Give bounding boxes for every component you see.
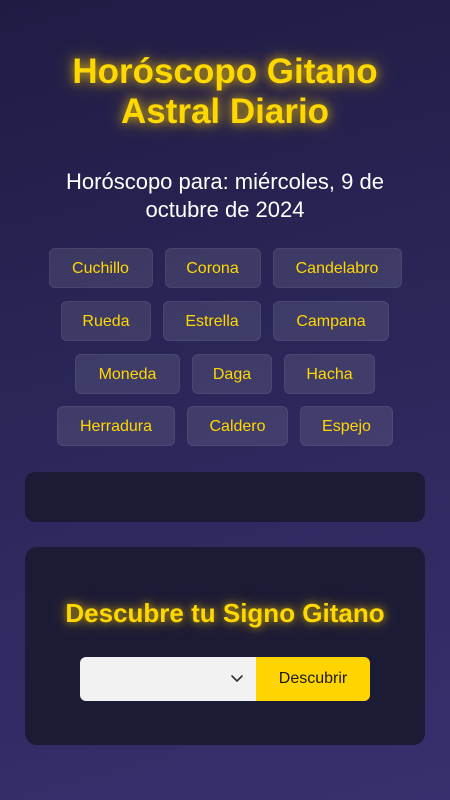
sign-row-1: Cuchillo Corona Candelabro [0,248,450,288]
page-title-line-2: Astral Diario [120,92,330,131]
sign-button-caldero[interactable]: Caldero [187,406,288,446]
page-title-line-1: Horóscopo Gitano [72,52,378,91]
horoscope-date: Horóscopo para: miércoles, 9 de octubre … [66,169,384,222]
chevron-down-icon [231,675,243,682]
horoscope-result-panel [25,472,425,522]
sign-button-estrella[interactable]: Estrella [163,301,261,341]
birth-sign-select[interactable] [80,657,256,701]
sign-button-moneda[interactable]: Moneda [75,354,180,394]
sign-row-2: Rueda Estrella Campana [0,301,450,341]
sign-button-espejo[interactable]: Espejo [300,406,393,446]
sign-row-3: Moneda Daga Hacha [0,354,450,394]
sign-button-campana[interactable]: Campana [273,301,389,341]
sign-button-corona[interactable]: Corona [164,248,261,288]
sign-button-herradura[interactable]: Herradura [57,406,175,446]
discover-title: Descubre tu Signo Gitano [65,598,385,628]
sign-button-candelabro[interactable]: Candelabro [272,248,402,288]
sign-button-rueda[interactable]: Rueda [61,301,151,341]
discover-button[interactable]: Descubrir [256,657,370,701]
discover-sign-panel: Descubre tu Signo Gitano Descubrir [25,547,425,745]
sign-button-hacha[interactable]: Hacha [284,354,375,394]
page-title: Horóscopo Gitano Astral Diario [0,52,450,132]
sign-button-daga[interactable]: Daga [192,354,272,394]
sign-button-cuchillo[interactable]: Cuchillo [48,248,153,288]
sign-row-4: Herradura Caldero Espejo [0,406,450,446]
